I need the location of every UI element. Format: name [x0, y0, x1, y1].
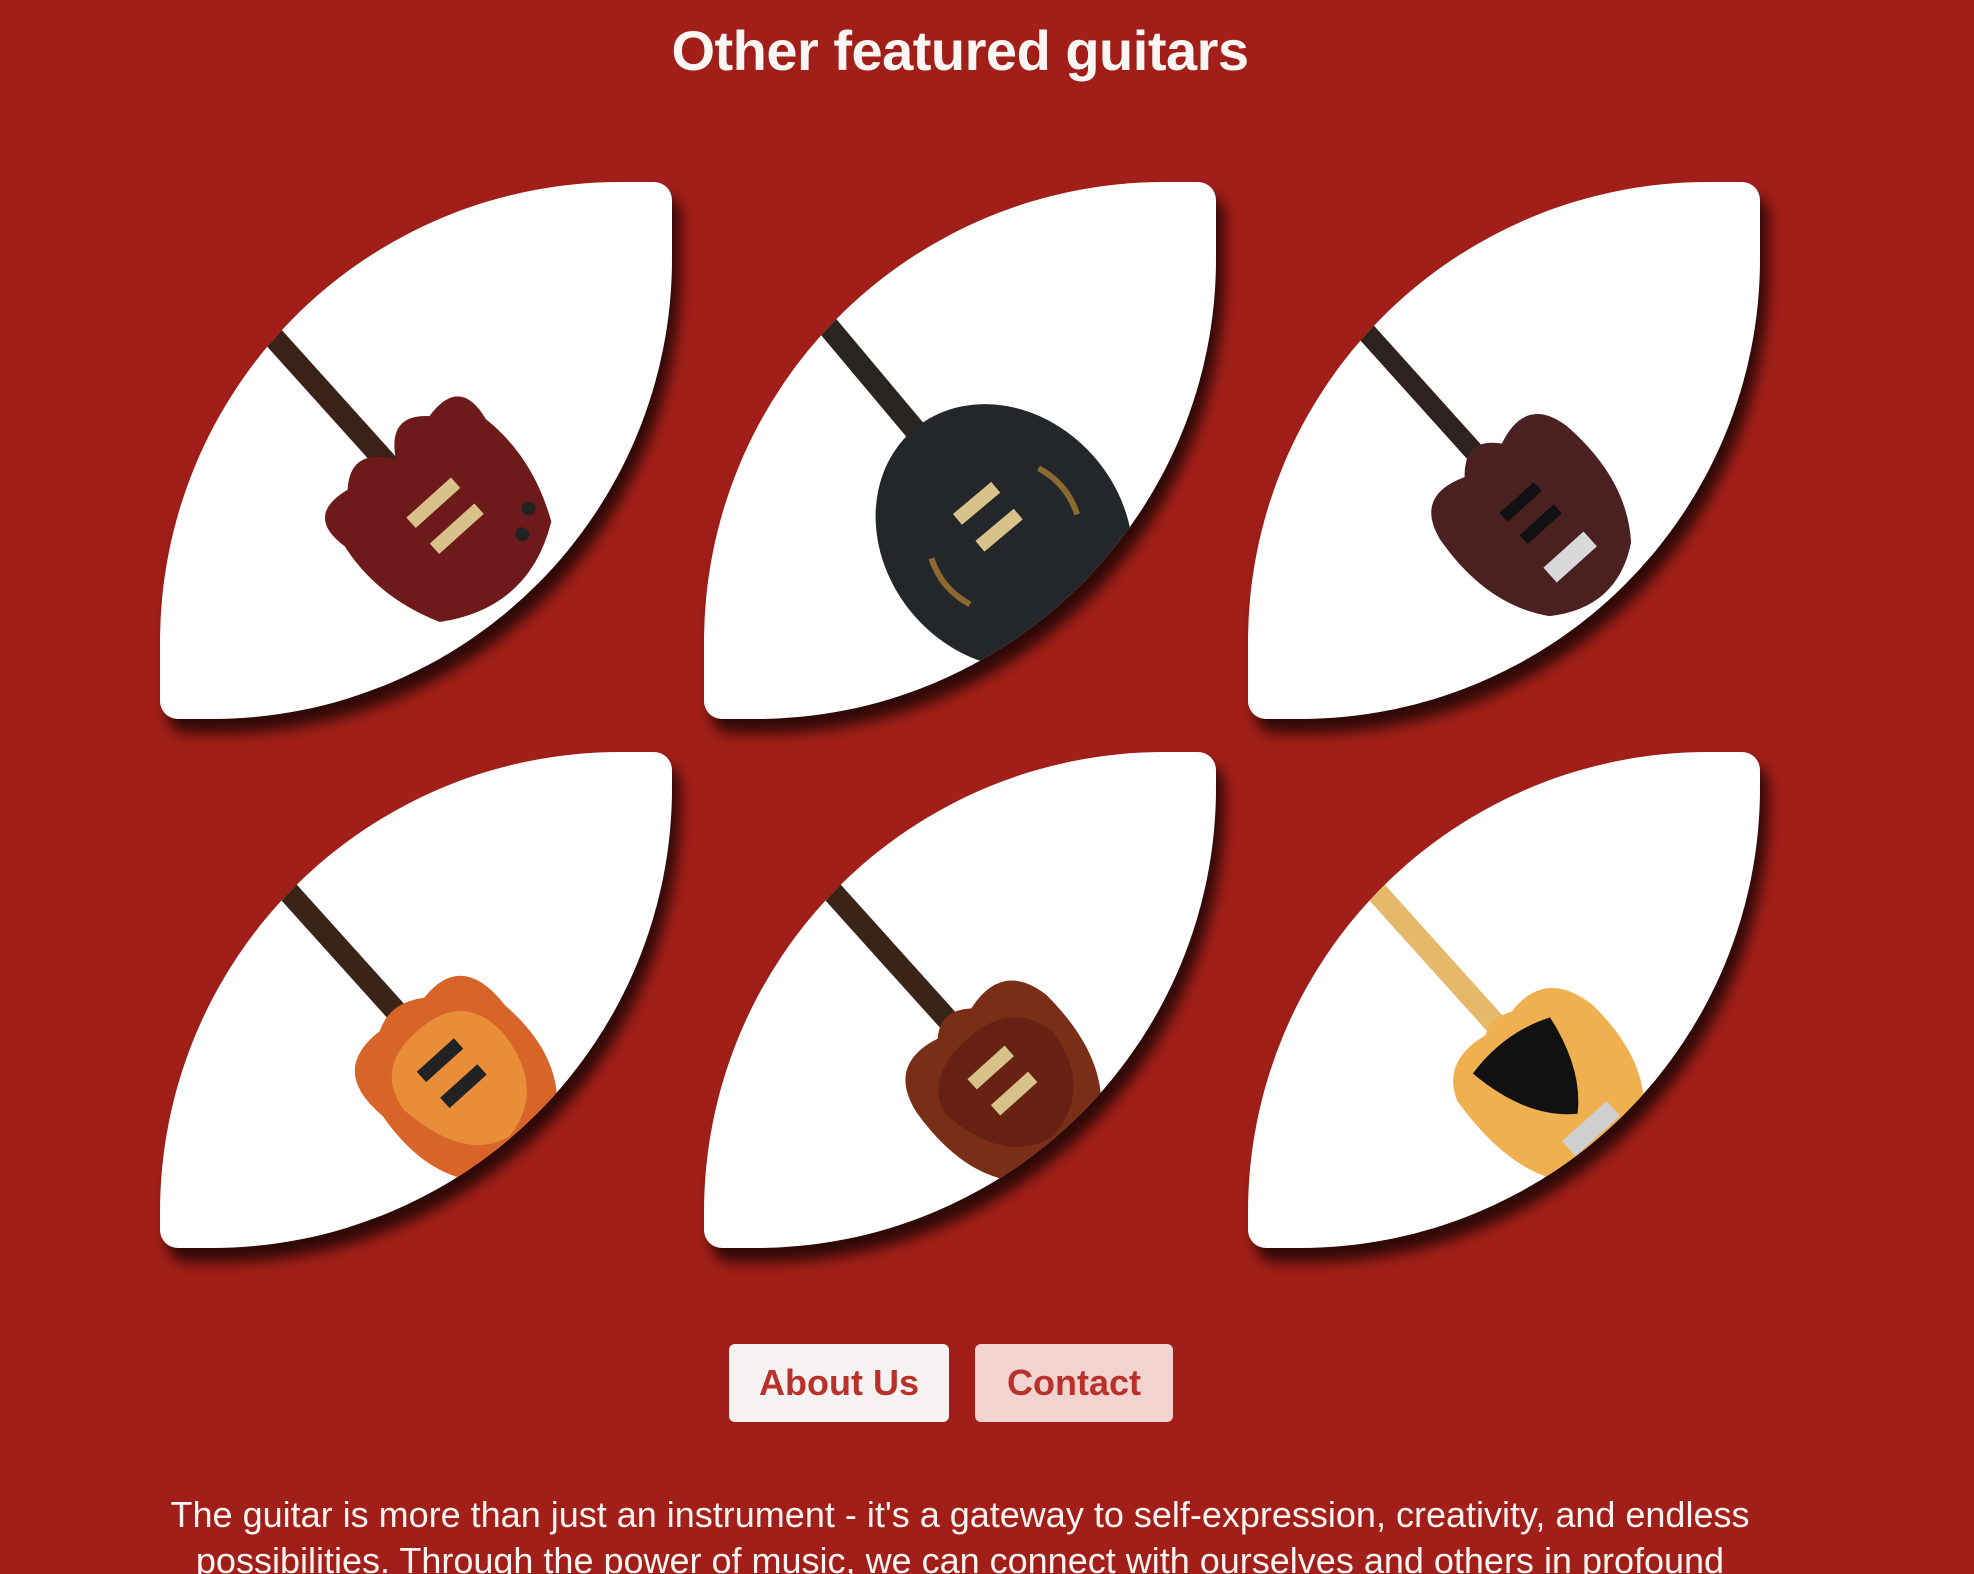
semi-hollow-guitar-image: [704, 182, 1133, 669]
section-title: Other featured guitars: [671, 19, 1249, 82]
guitar-card-2[interactable]: [704, 182, 1216, 719]
contact-button[interactable]: Contact: [975, 1344, 1173, 1422]
superstrat-guitar-image: [1248, 191, 1632, 617]
telecaster-style-guitar-image: [1250, 754, 1645, 1182]
intro-paragraph: The guitar is more than just an instrume…: [170, 1494, 1750, 1574]
about-us-button[interactable]: About Us: [729, 1344, 949, 1422]
featured-guitars-section: Other featured guitars About Us Contact …: [0, 0, 1974, 1574]
guitar-card-5[interactable]: [704, 752, 1216, 1248]
sg-style-guitar-image: [160, 210, 552, 623]
guitar-card-4[interactable]: [160, 752, 672, 1248]
prs-style-guitar-image: [706, 754, 1102, 1182]
guitar-card-6[interactable]: [1248, 752, 1760, 1248]
les-paul-style-guitar-image: [162, 754, 558, 1182]
guitar-card-3[interactable]: [1248, 182, 1760, 719]
guitar-card-1[interactable]: [160, 182, 672, 719]
